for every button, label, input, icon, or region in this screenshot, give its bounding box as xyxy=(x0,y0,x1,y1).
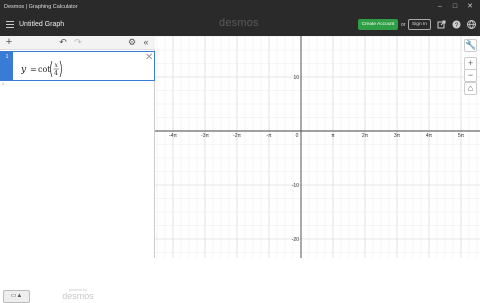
x-tick-label: 3π xyxy=(394,133,401,139)
add-item-button[interactable]: + xyxy=(4,37,14,48)
desmos-logo: desmos xyxy=(219,17,259,29)
x-tick-label: 4π xyxy=(426,133,433,139)
window-titlebar: Desmos | Graphing Calculator – □ ✕ xyxy=(0,0,480,14)
svg-text:y: y xyxy=(21,65,27,75)
maximize-button[interactable]: □ xyxy=(449,2,461,12)
undo-button[interactable]: ↶ xyxy=(58,37,68,48)
y-tick-label: -10 xyxy=(292,183,299,189)
next-expression-index[interactable]: 2 xyxy=(2,81,4,86)
or-label: or xyxy=(401,22,406,28)
svg-text:cot: cot xyxy=(38,65,51,74)
expression-list: 1 y = cot x 4 ✕ 2 ▭▲ powered by desmos xyxy=(0,50,155,303)
svg-text:x: x xyxy=(55,62,59,69)
expression-formula[interactable]: y = cot x 4 xyxy=(20,58,71,82)
redo-button[interactable]: ↷ xyxy=(73,37,83,48)
svg-text:=: = xyxy=(30,65,37,74)
powered-by-desmos: powered by desmos xyxy=(62,288,94,301)
app-header: Untitled Graph desmos Create Account or … xyxy=(0,14,480,36)
x-tick-label: -2π xyxy=(233,133,241,139)
keyboard-toggle-button[interactable]: ▭▲ xyxy=(3,290,30,303)
y-tick-label: -20 xyxy=(292,237,299,243)
expression-item[interactable]: 1 y = cot x 4 ✕ xyxy=(0,51,155,81)
minimize-button[interactable]: – xyxy=(434,2,446,12)
x-tick-label: -4π xyxy=(169,133,177,139)
graph-title[interactable]: Untitled Graph xyxy=(19,21,64,28)
share-icon[interactable] xyxy=(437,20,446,29)
expression-index: 1 xyxy=(1,52,13,80)
collapse-list-button[interactable]: « xyxy=(141,37,151,48)
settings-gear-icon[interactable]: ⚙ xyxy=(127,37,137,48)
graph-settings-wrench-icon[interactable]: 🔧 xyxy=(464,39,477,52)
svg-text:4: 4 xyxy=(54,70,58,77)
x-tick-label: 0 xyxy=(296,133,299,139)
sign-in-button[interactable]: Sign In xyxy=(408,19,431,30)
help-icon[interactable]: ? xyxy=(452,20,461,29)
x-tick-label: 5π xyxy=(458,133,465,139)
close-window-button[interactable]: ✕ xyxy=(464,2,476,12)
x-tick-label: π xyxy=(331,133,335,139)
expression-toolbar: + ↶ ↷ ⚙ « xyxy=(0,36,155,50)
x-tick-label: -π xyxy=(266,133,272,139)
x-tick-label: -3π xyxy=(201,133,209,139)
y-tick-label: 10 xyxy=(293,75,299,81)
zoom-out-button[interactable]: − xyxy=(464,69,477,82)
create-account-button[interactable]: Create Account xyxy=(358,19,398,30)
graph-canvas[interactable]: -4π -3π -2π -π 0 π 2π 3π 4π 5π 10 -10 -20 xyxy=(155,36,480,258)
delete-expression-icon[interactable]: ✕ xyxy=(145,53,153,63)
graph-paper[interactable]: -4π -3π -2π -π 0 π 2π 3π 4π 5π 10 -10 -20 xyxy=(155,36,480,258)
window-title: Desmos | Graphing Calculator xyxy=(4,4,78,10)
home-zoom-icon[interactable]: ⌂ xyxy=(464,82,477,95)
language-globe-icon[interactable] xyxy=(467,20,476,30)
menu-icon[interactable] xyxy=(6,21,14,29)
x-tick-label: 2π xyxy=(362,133,369,139)
